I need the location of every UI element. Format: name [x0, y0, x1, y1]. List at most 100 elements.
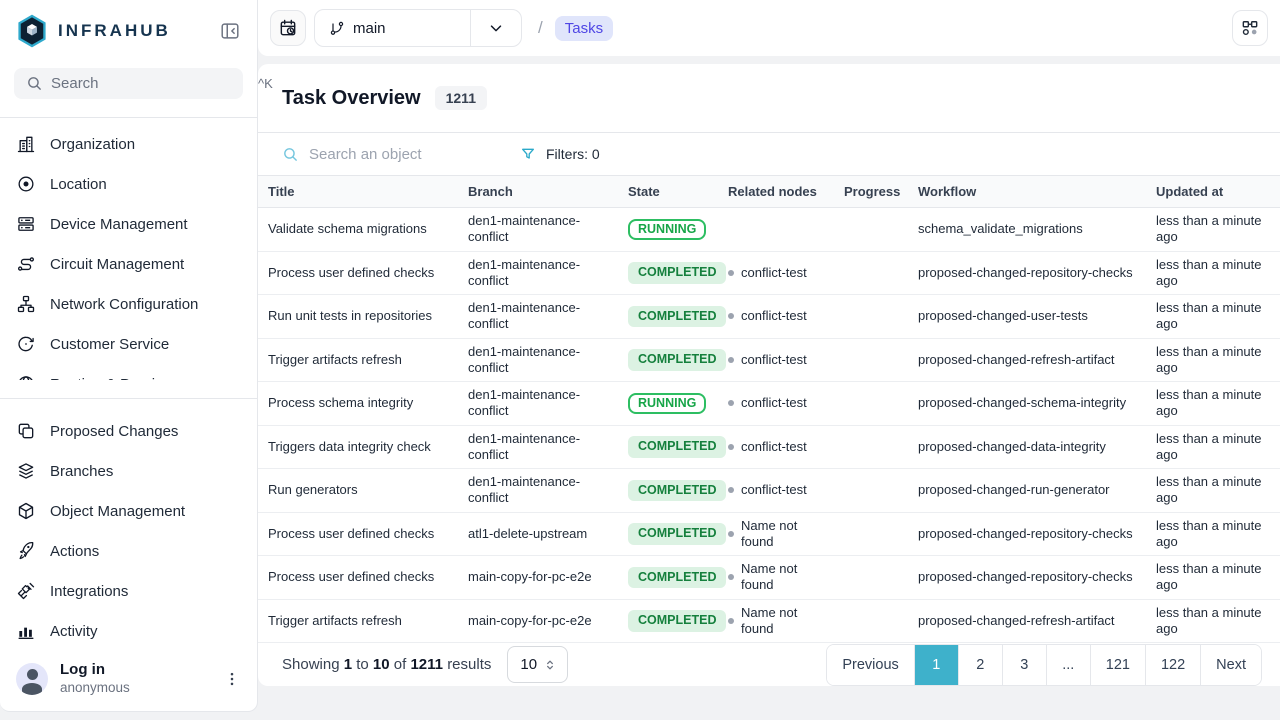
- cell-related: conflict-test: [718, 425, 834, 469]
- cell-branch: den1-maintenance-conflict: [458, 469, 618, 513]
- table-row[interactable]: Run unit tests in repositories den1-main…: [258, 295, 1280, 339]
- cell-workflow: proposed-changed-repository-checks: [908, 251, 1146, 295]
- cell-state: RUNNING: [618, 208, 718, 252]
- search-icon: [26, 75, 43, 92]
- cell-progress: [834, 425, 908, 469]
- cell-workflow: proposed-changed-refresh-artifact: [908, 599, 1146, 643]
- page-button-3[interactable]: 3: [1002, 645, 1046, 685]
- page-button-122[interactable]: 122: [1145, 645, 1200, 685]
- table-row[interactable]: Run generators den1-maintenance-conflict…: [258, 469, 1280, 513]
- sidebar-item-activity[interactable]: Activity: [0, 611, 257, 651]
- login-label[interactable]: Log in: [60, 661, 130, 680]
- user-row[interactable]: Log in anonymous: [0, 651, 257, 711]
- table-row[interactable]: Triggers data integrity check den1-maint…: [258, 425, 1280, 469]
- pagination-bar: Showing 1 to 10 of 1211 results 10 Previ…: [258, 643, 1280, 686]
- col-state: State: [618, 176, 718, 208]
- sidebar-item-routing-peering[interactable]: Routing & Peering: [0, 364, 257, 380]
- cell-branch: den1-maintenance-conflict: [458, 382, 618, 426]
- tasks-table: Title Branch State Related nodes Progres…: [258, 175, 1280, 643]
- app-root: INFRAHUB ^K Organization: [0, 0, 1280, 720]
- card-header: Task Overview 1211: [258, 64, 1280, 133]
- status-badge: RUNNING: [628, 393, 706, 415]
- table-row[interactable]: Process schema integrity den1-maintenanc…: [258, 382, 1280, 426]
- sidebar-search[interactable]: ^K: [14, 68, 243, 99]
- table-row[interactable]: Process user defined checks den1-mainten…: [258, 251, 1280, 295]
- filters-label: Filters: 0: [546, 146, 600, 162]
- sidebar-item-network-configuration[interactable]: Network Configuration: [0, 284, 257, 324]
- cell-progress: [834, 338, 908, 382]
- sidebar-item-label: Circuit Management: [50, 256, 184, 273]
- cell-state: COMPLETED: [618, 338, 718, 382]
- cell-updated: less than a minute ago: [1146, 599, 1280, 643]
- bullet-icon: [728, 270, 734, 276]
- sidebar-nav-app: Proposed Changes Branches Object Managem…: [0, 399, 257, 651]
- cell-progress: [834, 469, 908, 513]
- bullet-icon: [728, 400, 734, 406]
- col-updated-at: Updated at: [1146, 176, 1280, 208]
- branch-selector: main: [314, 9, 522, 47]
- pagination: Previous 1 2 3 ... 121 122 Next: [826, 644, 1262, 686]
- previous-page-button[interactable]: Previous: [827, 645, 913, 685]
- kebab-menu-icon[interactable]: [223, 670, 241, 688]
- cell-state: COMPLETED: [618, 425, 718, 469]
- sidebar-item-label: Branches: [50, 463, 113, 480]
- sidebar-item-circuit-management[interactable]: Circuit Management: [0, 244, 257, 284]
- plug-icon: [16, 581, 36, 601]
- breadcrumb-tasks[interactable]: Tasks: [555, 16, 613, 41]
- sidebar-item-customer-service[interactable]: Customer Service: [0, 324, 257, 364]
- route-icon: [16, 254, 36, 274]
- brand-name: INFRAHUB: [58, 21, 171, 41]
- cell-progress: [834, 295, 908, 339]
- sidebar-item-object-management[interactable]: Object Management: [0, 491, 257, 531]
- table-row[interactable]: Validate schema migrations den1-maintena…: [258, 208, 1280, 252]
- sidebar-item-device-management[interactable]: Device Management: [0, 204, 257, 244]
- sidebar-search-input[interactable]: [51, 75, 250, 92]
- col-workflow: Workflow: [908, 176, 1146, 208]
- avatar: [16, 663, 48, 695]
- sidebar-item-branches[interactable]: Branches: [0, 451, 257, 491]
- object-search[interactable]: [282, 146, 512, 163]
- cell-updated: less than a minute ago: [1146, 382, 1280, 426]
- cell-title: Triggers data integrity check: [258, 425, 458, 469]
- cell-workflow: proposed-changed-repository-checks: [908, 556, 1146, 600]
- diff-icon: [16, 421, 36, 441]
- page-button-2[interactable]: 2: [958, 645, 1002, 685]
- page-button-1[interactable]: 1: [914, 645, 958, 685]
- cell-state: COMPLETED: [618, 556, 718, 600]
- time-travel-button[interactable]: [270, 10, 306, 46]
- sidebar-item-actions[interactable]: Actions: [0, 531, 257, 571]
- layers-icon: [16, 461, 36, 481]
- cell-progress: [834, 251, 908, 295]
- cell-title: Validate schema migrations: [258, 208, 458, 252]
- branch-dropdown-button[interactable]: [471, 10, 521, 46]
- cell-branch: den1-maintenance-conflict: [458, 251, 618, 295]
- sidebar-item-proposed-changes[interactable]: Proposed Changes: [0, 411, 257, 451]
- sidebar-item-integrations[interactable]: Integrations: [0, 571, 257, 611]
- col-progress: Progress: [834, 176, 908, 208]
- cell-branch: den1-maintenance-conflict: [458, 208, 618, 252]
- sidebar-collapse-icon[interactable]: [219, 20, 241, 42]
- cell-workflow: proposed-changed-user-tests: [908, 295, 1146, 339]
- branch-current[interactable]: main: [315, 10, 470, 46]
- cell-updated: less than a minute ago: [1146, 512, 1280, 556]
- task-count-badge: 1211: [435, 86, 487, 110]
- table-row[interactable]: Process user defined checks atl1-delete-…: [258, 512, 1280, 556]
- cell-title: Run generators: [258, 469, 458, 513]
- table-row[interactable]: Trigger artifacts refresh den1-maintenan…: [258, 338, 1280, 382]
- page-size-select[interactable]: 10: [507, 646, 568, 683]
- filters-button[interactable]: Filters: 0: [520, 146, 600, 162]
- page-button-121[interactable]: 121: [1090, 645, 1145, 685]
- table-row[interactable]: Process user defined checks main-copy-fo…: [258, 556, 1280, 600]
- sidebar-item-location[interactable]: Location: [0, 164, 257, 204]
- next-page-button[interactable]: Next: [1200, 645, 1261, 685]
- bullet-icon: [728, 531, 734, 537]
- customer-service-icon: [16, 334, 36, 354]
- sidebar-item-organization[interactable]: Organization: [0, 124, 257, 164]
- object-search-input[interactable]: [309, 146, 489, 163]
- workflow-graph-button[interactable]: [1232, 10, 1268, 46]
- col-title: Title: [258, 176, 458, 208]
- status-badge: COMPLETED: [628, 480, 726, 502]
- bullet-icon: [728, 357, 734, 363]
- bullet-icon: [728, 618, 734, 624]
- table-row[interactable]: Trigger artifacts refresh main-copy-for-…: [258, 599, 1280, 643]
